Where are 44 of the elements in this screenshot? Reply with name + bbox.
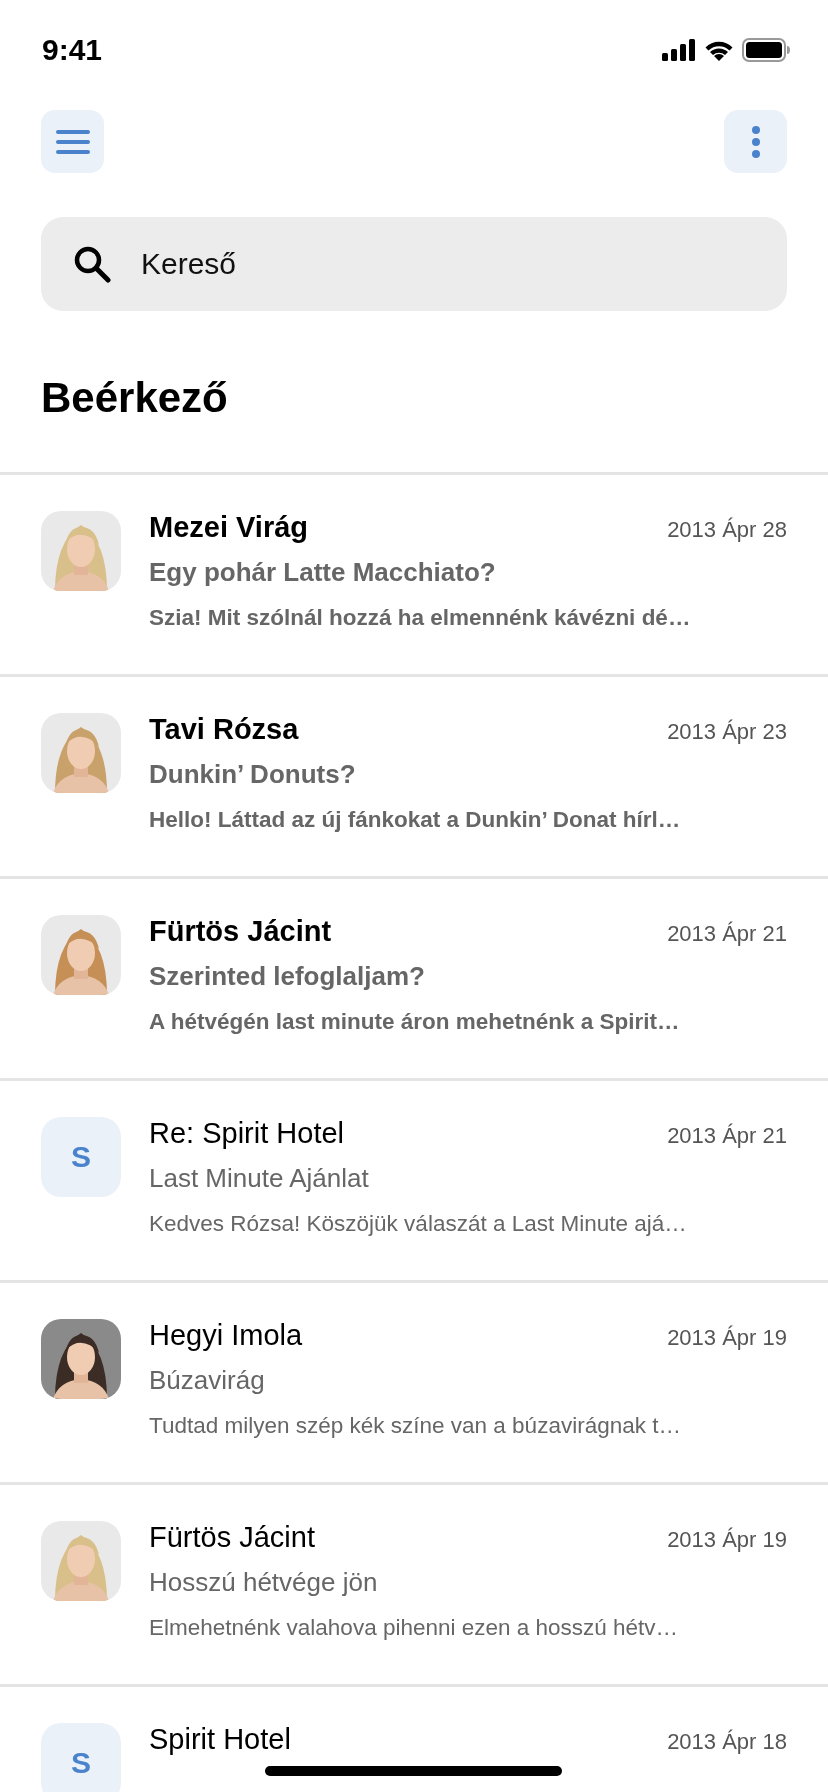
message-preview: Hello! Láttad az új fánkokat a Dunkin’ Donat hírl… <box>149 807 682 833</box>
search-field[interactable]: Kereső <box>41 217 787 311</box>
battery-icon <box>742 38 790 62</box>
message-subject: Dunkin’ Donuts? <box>149 759 357 791</box>
wifi-icon <box>704 39 734 61</box>
message-row[interactable]: Fürtös Jácint 2013 Ápr 21 Szerinted lefoglaljam? A hétvégén last minute áron mehetnénk a Spirit… <box>0 879 828 1081</box>
message-subject: Búzavirág <box>149 1365 266 1397</box>
message-subject: Szerinted lefoglaljam? <box>149 961 426 993</box>
message-date: 2013 Ápr 21 <box>667 921 787 947</box>
message-subject: Last Minute Ajánlat <box>149 1163 370 1195</box>
message-subject: Egy pohár Latte Macchiato? <box>149 557 497 589</box>
more-options-button[interactable] <box>724 110 787 173</box>
menu-icon <box>55 128 90 155</box>
message-preview: Kedves Rózsa! Köszöjük válaszát a Last Minute ajá… <box>149 1211 688 1237</box>
message-preview: A hétvégén last minute áron mehetnénk a Spirit… <box>149 1009 681 1035</box>
message-preview: Szia! Mit szólnál hozzá ha elmennénk kávézni dé… <box>149 605 692 631</box>
message-row[interactable]: Mezei Virág 2013 Ápr 28 Egy pohár Latte Macchiato? Szia! Mit szólnál hozzá ha elmennénk kávézni dé… <box>0 475 828 677</box>
sender-name: Fürtös Jácint <box>149 915 332 948</box>
sender-name: Tavi Rózsa <box>149 713 299 746</box>
message-preview: Elmehetnénk valahova pihenni ezen a hosszú hétv… <box>149 1615 680 1641</box>
message-row[interactable]: Hegyi Imola 2013 Ápr 19 Búzavirág Tudtad milyen szép kék színe van a búzavirágnak t… <box>0 1283 828 1485</box>
status-time: 9:41 <box>42 33 103 67</box>
message-subject: Hosszú hétvége jön <box>149 1567 379 1599</box>
message-row[interactable]: Fürtös Jácint 2013 Ápr 19 Hosszú hétvége jön Elmehetnénk valahova pihenni ezen a hosszú hétv… <box>0 1485 828 1687</box>
message-date: 2013 Ápr 21 <box>667 1123 787 1149</box>
sender-name: Hegyi Imola <box>149 1319 303 1352</box>
menu-button[interactable] <box>41 110 104 173</box>
message-date: 2013 Ápr 28 <box>667 517 787 543</box>
message-date: 2013 Ápr 23 <box>667 719 787 745</box>
more-icon <box>750 124 761 159</box>
sender-name: Re: Spirit Hotel <box>149 1117 344 1150</box>
message-date: 2013 Ápr 19 <box>667 1527 787 1553</box>
message-date: 2013 Ápr 18 <box>667 1729 787 1755</box>
message-preview: Tudtad milyen szép kék színe van a búzavirágnak t… <box>149 1413 682 1439</box>
sender-initial: S <box>41 1117 121 1197</box>
sender-initial: S <box>41 1723 121 1792</box>
message-row[interactable]: S Re: Spirit Hotel 2013 Ápr 21 Last Minute Ajánlat Kedves Rózsa! Köszöjük válaszát a Last Minute ajá… <box>0 1081 828 1283</box>
inbox-title: Beérkező <box>41 373 229 423</box>
sender-name: Fürtös Jácint <box>149 1521 315 1554</box>
sender-name: Mezei Virág <box>149 511 309 544</box>
signal-icon <box>662 39 696 61</box>
sender-name: Spirit Hotel <box>149 1723 291 1756</box>
message-row[interactable]: Tavi Rózsa 2013 Ápr 23 Dunkin’ Donuts? Hello! Láttad az új fánkokat a Dunkin’ Donat hírl… <box>0 677 828 879</box>
message-date: 2013 Ápr 19 <box>667 1325 787 1351</box>
